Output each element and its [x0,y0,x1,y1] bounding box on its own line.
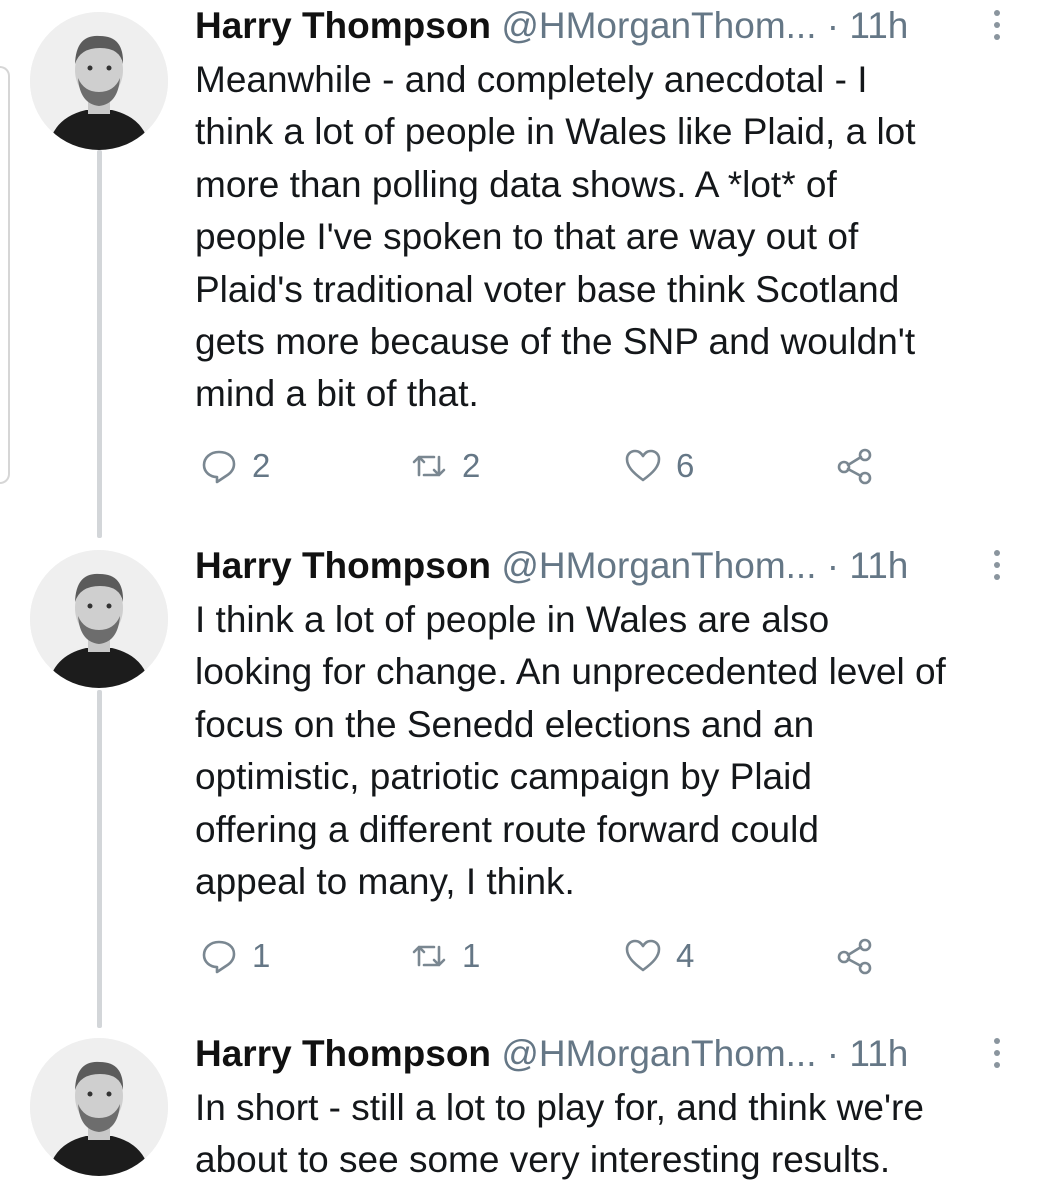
tweet-header: Harry Thompson @HMorganThom... · 11h [195,2,1029,50]
tweet-text: Meanwhile - and completely anecdotal - I… [195,54,1015,421]
avatar[interactable] [30,550,168,688]
more-vertical-icon[interactable] [993,10,1001,44]
author-name[interactable]: Harry Thompson [195,545,491,586]
share-icon [837,938,872,975]
author-handle[interactable]: @HMorganThom... [501,5,816,46]
avatar[interactable] [30,12,168,150]
retweet-icon [412,455,446,477]
timestamp[interactable]: 11h [849,5,908,46]
author-name[interactable]: Harry Thompson [195,1033,491,1074]
reply-button[interactable]: 2 [200,444,270,488]
tweet-text: I think a lot of people in Wales are als… [195,594,1015,908]
reply-button[interactable]: 1 [200,934,270,978]
tweet-line: mind a bit of that. [195,373,479,415]
separator-dot: · [826,5,840,46]
tweet-text: In short - still a lot to play for, and … [195,1082,1015,1187]
tweet-line: Plaid's traditional voter base think Sco… [195,268,900,310]
tweet-line: optimistic, patriotic campaign by Plaid [195,756,812,798]
reply-count: 1 [252,937,271,974]
tweet-line: Meanwhile - and completely anecdotal - I [195,59,868,100]
heart-icon [625,449,661,482]
tweet-line: about to see some very interesting resul… [195,1139,891,1181]
thread-line-1 [97,150,102,538]
more-vertical-icon[interactable] [993,1038,1001,1072]
like-button[interactable]: 6 [624,444,694,488]
retweet-button[interactable]: 1 [410,934,480,978]
tweet-actions: 1 1 4 [200,934,900,978]
tweet-line: appeal to many, I think. [195,861,575,903]
like-count: 6 [676,447,695,484]
separator-dot: · [826,545,840,586]
avatar[interactable] [30,1038,168,1176]
tweet-line: think a lot of people in Wales like Plai… [195,111,916,153]
retweet-icon [412,945,446,967]
author-name[interactable]: Harry Thompson [195,5,491,46]
tweet-line: more than polling data shows. A *lot* of [195,163,837,205]
tweet-line: I think a lot of people in Wales are als… [195,599,830,640]
more-vertical-icon[interactable] [993,550,1001,584]
tweet-header: Harry Thompson @HMorganThom... · 11h [195,542,1029,590]
timestamp[interactable]: 11h [849,1033,908,1074]
tweet-line: looking for change. An unprecedented lev… [195,651,946,693]
share-button[interactable] [836,934,874,978]
retweet-count: 2 [462,447,481,484]
author-handle[interactable]: @HMorganThom... [501,545,816,586]
share-button[interactable] [836,444,874,488]
left-edge-handle [0,66,10,484]
heart-icon [625,939,661,972]
separator-dot: · [826,1033,840,1074]
share-icon [837,448,872,485]
author-handle[interactable]: @HMorganThom... [501,1033,816,1074]
reply-icon [202,450,236,484]
tweet-header: Harry Thompson @HMorganThom... · 11h [195,1030,1029,1078]
tweet-line: gets more because of the SNP and wouldn'… [195,321,916,363]
reply-icon [202,940,236,974]
tweet-line: In short - still a lot to play for, and … [195,1087,924,1128]
reply-count: 2 [252,447,271,484]
retweet-button[interactable]: 2 [410,444,480,488]
tweet-line: focus on the Senedd elections and an [195,703,815,745]
retweet-count: 1 [462,937,481,974]
like-count: 4 [676,937,695,974]
tweet-line: people I've spoken to that are way out o… [195,216,859,258]
tweet-actions: 2 2 6 [200,444,900,488]
tweet-line: offering a different route forward could [195,808,819,850]
thread-line-2 [97,690,102,1028]
like-button[interactable]: 4 [624,934,694,978]
timestamp[interactable]: 11h [849,545,908,586]
